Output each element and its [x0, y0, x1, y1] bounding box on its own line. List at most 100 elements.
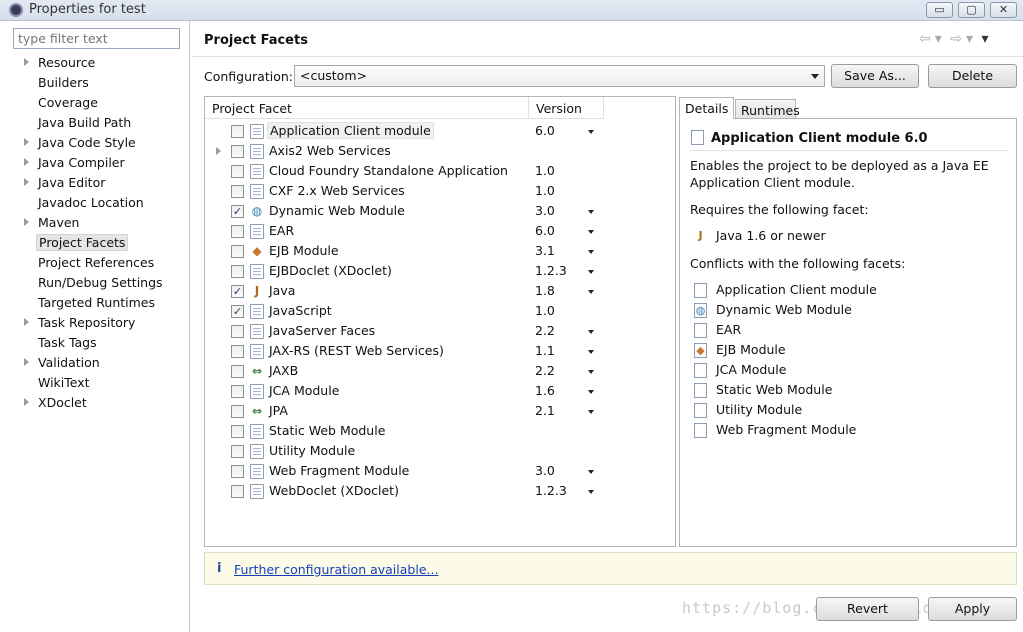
expand-arrow-icon[interactable] [24, 358, 29, 366]
table-row[interactable]: ⇔ JAXB 2.2 [205, 361, 675, 381]
facet-checkbox[interactable] [231, 425, 244, 438]
expand-arrow-icon[interactable] [24, 138, 29, 146]
facet-version[interactable]: 2.2 [535, 323, 555, 338]
table-row[interactable]: ⇔ JPA 2.1 [205, 401, 675, 421]
apply-button[interactable]: Apply [928, 597, 1017, 621]
facet-checkbox[interactable] [231, 325, 244, 338]
version-dropdown-icon[interactable] [588, 270, 594, 274]
facet-version[interactable]: 1.8 [535, 283, 555, 298]
facet-version[interactable]: 3.0 [535, 463, 555, 478]
filter-input[interactable] [13, 28, 180, 49]
table-row[interactable]: WebDoclet (XDoclet) 1.2.3 [205, 481, 675, 501]
facet-version[interactable]: 1.2.3 [535, 263, 567, 278]
facet-checkbox[interactable] [231, 225, 244, 238]
version-dropdown-icon[interactable] [588, 410, 594, 414]
tree-item[interactable]: Task Repository [0, 313, 190, 333]
table-row[interactable]: Axis2 Web Services [205, 141, 675, 161]
facet-version[interactable]: 2.2 [535, 363, 555, 378]
expand-arrow-icon[interactable] [24, 158, 29, 166]
facet-version[interactable]: 1.0 [535, 163, 555, 178]
version-dropdown-icon[interactable] [588, 230, 594, 234]
tree-item[interactable]: Project Facets [0, 233, 190, 253]
table-row[interactable]: ✓ ◍ Dynamic Web Module 3.0 [205, 201, 675, 221]
delete-button[interactable]: Delete [928, 64, 1017, 88]
facet-version[interactable]: 6.0 [535, 223, 555, 238]
facet-checkbox[interactable] [231, 405, 244, 418]
table-row[interactable]: Utility Module [205, 441, 675, 461]
tab-details[interactable]: Details [679, 97, 734, 119]
version-dropdown-icon[interactable] [588, 390, 594, 394]
version-dropdown-icon[interactable] [588, 290, 594, 294]
table-row[interactable]: ◆ EJB Module 3.1 [205, 241, 675, 261]
version-dropdown-icon[interactable] [588, 330, 594, 334]
tree-item[interactable]: Resource [0, 53, 190, 73]
facet-version[interactable]: 1.0 [535, 303, 555, 318]
tree-item[interactable]: XDoclet [0, 393, 190, 413]
facet-checkbox[interactable] [231, 145, 244, 158]
facet-checkbox[interactable] [231, 365, 244, 378]
table-row[interactable]: CXF 2.x Web Services 1.0 [205, 181, 675, 201]
view-menu-icon[interactable]: ▾ [981, 31, 988, 47]
facet-checkbox[interactable] [231, 445, 244, 458]
table-row[interactable]: EAR 6.0 [205, 221, 675, 241]
facet-version[interactable]: 1.0 [535, 183, 555, 198]
facet-version[interactable]: 1.2.3 [535, 483, 567, 498]
tree-item[interactable]: Builders [0, 73, 190, 93]
version-dropdown-icon[interactable] [588, 470, 594, 474]
expand-arrow-icon[interactable] [24, 58, 29, 66]
facet-checkbox[interactable] [231, 165, 244, 178]
facet-version[interactable]: 1.1 [535, 343, 555, 358]
save-as-button[interactable]: Save As... [831, 64, 919, 88]
table-row[interactable]: ✓ J Java 1.8 [205, 281, 675, 301]
tree-item[interactable]: Validation [0, 353, 190, 373]
facet-checkbox[interactable] [231, 245, 244, 258]
tree-item[interactable]: Coverage [0, 93, 190, 113]
minimize-button[interactable]: ▭ [926, 2, 953, 18]
back-menu-icon[interactable]: ▾ [935, 31, 942, 47]
version-dropdown-icon[interactable] [588, 130, 594, 134]
table-row[interactable]: Cloud Foundry Standalone Application 1.0 [205, 161, 675, 181]
tree-item[interactable]: Task Tags [0, 333, 190, 353]
facet-checkbox[interactable] [231, 485, 244, 498]
facet-version[interactable]: 6.0 [535, 123, 555, 138]
tree-item[interactable]: Project References [0, 253, 190, 273]
back-arrow-icon[interactable]: ⇦ [919, 31, 931, 47]
forward-menu-icon[interactable]: ▾ [966, 31, 973, 47]
facet-checkbox[interactable] [231, 265, 244, 278]
facet-checkbox[interactable] [231, 465, 244, 478]
expand-arrow-icon[interactable] [216, 147, 221, 155]
facet-checkbox[interactable]: ✓ [231, 285, 244, 298]
facet-checkbox[interactable]: ✓ [231, 305, 244, 318]
facet-checkbox[interactable]: ✓ [231, 205, 244, 218]
facet-checkbox[interactable] [231, 185, 244, 198]
facet-version[interactable]: 1.6 [535, 383, 555, 398]
facet-version[interactable]: 3.0 [535, 203, 555, 218]
version-dropdown-icon[interactable] [588, 370, 594, 374]
table-row[interactable]: ✓ JavaScript 1.0 [205, 301, 675, 321]
version-dropdown-icon[interactable] [588, 350, 594, 354]
forward-arrow-icon[interactable]: ⇨ [950, 31, 962, 47]
facet-version[interactable]: 3.1 [535, 243, 555, 258]
tree-item[interactable]: Run/Debug Settings [0, 273, 190, 293]
table-row[interactable]: Application Client module 6.0 [205, 121, 675, 141]
table-row[interactable]: Web Fragment Module 3.0 [205, 461, 675, 481]
table-row[interactable]: JavaServer Faces 2.2 [205, 321, 675, 341]
table-row[interactable]: EJBDoclet (XDoclet) 1.2.3 [205, 261, 675, 281]
tree-item[interactable]: Java Editor [0, 173, 190, 193]
expand-arrow-icon[interactable] [24, 178, 29, 186]
expand-arrow-icon[interactable] [24, 218, 29, 226]
tree-item[interactable]: WikiText [0, 373, 190, 393]
expand-arrow-icon[interactable] [24, 318, 29, 326]
maximize-button[interactable]: ▢ [958, 2, 985, 18]
tree-item[interactable]: Java Code Style [0, 133, 190, 153]
tab-runtimes[interactable]: Runtimes [735, 99, 800, 119]
version-dropdown-icon[interactable] [588, 210, 594, 214]
table-row[interactable]: JAX-RS (REST Web Services) 1.1 [205, 341, 675, 361]
version-dropdown-icon[interactable] [588, 250, 594, 254]
facet-checkbox[interactable] [231, 125, 244, 138]
table-row[interactable]: Static Web Module [205, 421, 675, 441]
close-button[interactable]: ✕ [990, 2, 1017, 18]
column-header-version[interactable]: Version [529, 97, 604, 119]
tree-item[interactable]: Java Build Path [0, 113, 190, 133]
facet-checkbox[interactable] [231, 345, 244, 358]
